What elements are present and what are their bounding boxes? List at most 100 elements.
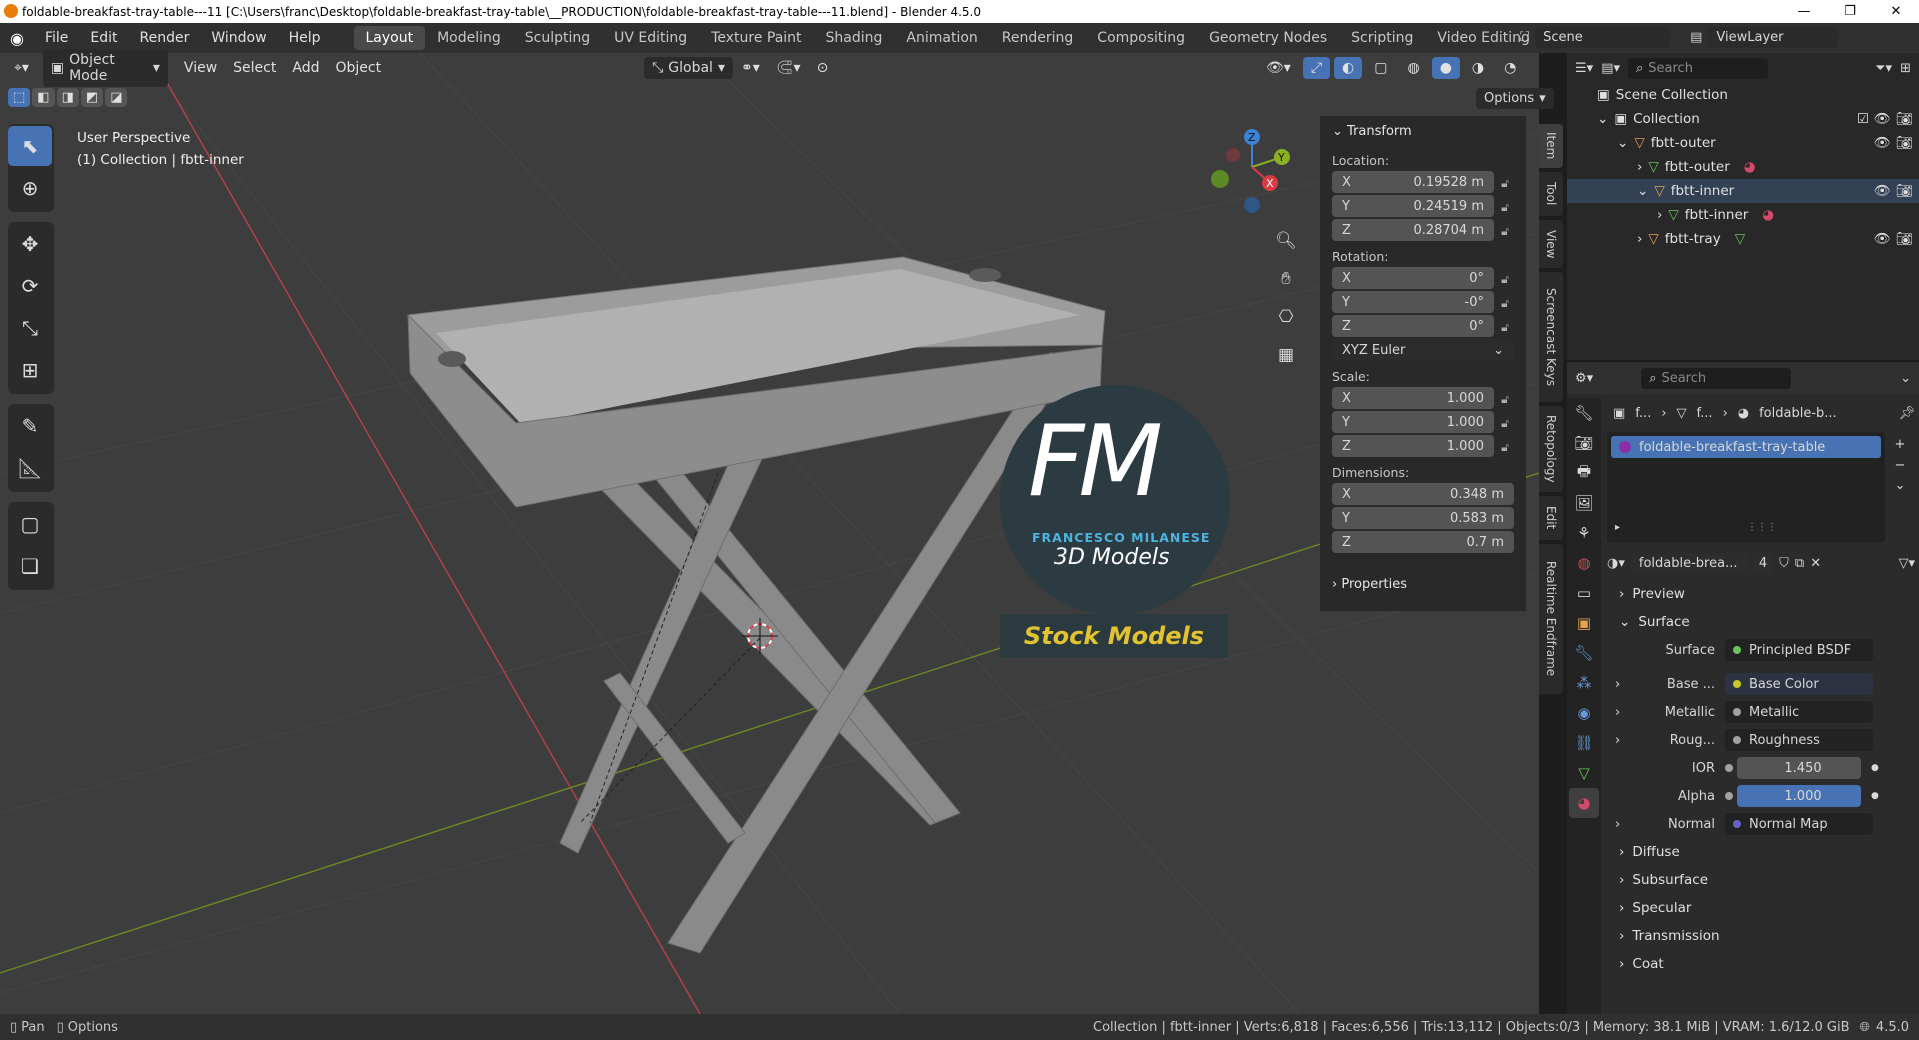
eye-icon[interactable]: 👁︎	[1874, 231, 1891, 247]
lock-icon[interactable]: 🔓︎	[1494, 440, 1516, 455]
outliner-row-scene-collection[interactable]: ▣ Scene Collection	[1567, 83, 1919, 107]
side-tab-retopology[interactable]: Retopology	[1539, 406, 1563, 492]
specular-section-header[interactable]: › Specular	[1607, 894, 1915, 922]
rotation-z-field[interactable]: Z 0°	[1332, 315, 1494, 337]
user-count[interactable]: 4	[1752, 552, 1774, 574]
ior-field[interactable]: 1.450	[1737, 757, 1861, 779]
scale-tool-icon[interactable]: ⤡	[8, 308, 52, 348]
resize-grip-icon[interactable]: ⋮⋮⋮	[1747, 522, 1777, 533]
properties-section-header[interactable]: › Properties	[1320, 569, 1526, 600]
move-tool-icon[interactable]: ✥	[8, 224, 52, 264]
select-subtract-icon[interactable]: ◨	[56, 88, 79, 107]
blender-menu-icon[interactable]: ◉	[0, 29, 34, 48]
chevron-right-icon[interactable]: ›	[1607, 677, 1627, 692]
dimension-z-field[interactable]: Z 0.7 m	[1332, 531, 1514, 553]
fake-user-icon[interactable]: ⛉	[1779, 556, 1789, 571]
lock-icon[interactable]: 🔓︎	[1494, 392, 1516, 407]
3d-viewport[interactable]: User Perspective (1) Collection | fbtt-i…	[0, 53, 1539, 1014]
outliner-row-fbtt-outer-mesh[interactable]: › ▽ fbtt-outer ◕	[1567, 155, 1919, 179]
transmission-section-header[interactable]: › Transmission	[1607, 922, 1915, 950]
material-browse-icon[interactable]: ◑▾	[1607, 556, 1625, 571]
dimension-y-field[interactable]: Y 0.583 m	[1332, 507, 1514, 529]
eye-icon[interactable]: 👁︎	[1874, 183, 1891, 199]
material-tab-icon[interactable]: ◕	[1569, 788, 1599, 818]
lock-icon[interactable]: 🔓︎	[1494, 272, 1516, 287]
scale-y-field[interactable]: Y 1.000	[1332, 411, 1494, 433]
tool-tab-icon[interactable]: 🔧︎	[1569, 398, 1599, 428]
outliner-row-fbtt-inner[interactable]: ⌄ ▽ fbtt-inner 👁︎ 📷︎	[1567, 179, 1919, 203]
link-mesh-icon[interactable]: ▽▾	[1898, 556, 1915, 571]
maximize-button[interactable]: ❐	[1827, 0, 1873, 23]
outliner-row-fbtt-outer[interactable]: ⌄ ▽ fbtt-outer 👁︎ 📷︎	[1567, 131, 1919, 155]
outliner-row-fbtt-tray[interactable]: › ▽ fbtt-tray ▽ 👁︎ 📷︎	[1567, 227, 1919, 251]
zoom-icon[interactable]: 🔍︎	[1271, 226, 1301, 256]
tab-uv-editing[interactable]: UV Editing	[602, 26, 699, 50]
scene-selector[interactable]: Scene	[1535, 27, 1671, 48]
chevron-right-icon[interactable]: ›	[1607, 705, 1627, 720]
keyframe-dot-icon[interactable]: ●	[1871, 791, 1879, 801]
menu-window[interactable]: Window	[200, 30, 277, 46]
eye-icon[interactable]: 👁︎	[1874, 135, 1891, 151]
location-x-field[interactable]: X 0.19528 m	[1332, 171, 1494, 193]
pin-icon[interactable]: 📌︎	[1898, 406, 1915, 421]
surface-section-header[interactable]: ⌄ Surface	[1607, 608, 1915, 636]
camera-icon[interactable]: 📷︎	[1896, 111, 1913, 127]
proportional-edit-icon[interactable]: ⊙	[809, 57, 837, 79]
measure-tool-icon[interactable]: 📐︎	[8, 448, 52, 488]
view-layer-tab-icon[interactable]: 🖼︎	[1569, 488, 1599, 518]
side-tab-realtime-endframe[interactable]: Realtime Endframe	[1539, 544, 1563, 694]
display-mode-icon[interactable]: ▤▾	[1601, 61, 1620, 76]
lock-icon[interactable]: 🔓︎	[1494, 416, 1516, 431]
transform-tool-icon[interactable]: ⊞	[8, 350, 52, 390]
constraints-tab-icon[interactable]: ⛓︎	[1569, 728, 1599, 758]
collection-tab-icon[interactable]: ▭	[1569, 578, 1599, 608]
tab-scripting[interactable]: Scripting	[1339, 26, 1425, 50]
overlay-toggle-icon[interactable]: ◐	[1334, 57, 1363, 79]
lock-icon[interactable]: 🔓︎	[1494, 176, 1516, 191]
material-slot-list[interactable]: foldable-breakfast-tray-table ▸ ⋮⋮⋮	[1607, 432, 1885, 542]
tab-compositing[interactable]: Compositing	[1085, 26, 1197, 50]
lock-icon[interactable]: 🔓︎	[1494, 320, 1516, 335]
menu-render[interactable]: Render	[129, 30, 201, 46]
menu-view[interactable]: View	[175, 57, 226, 79]
rotation-x-field[interactable]: X 0°	[1332, 267, 1494, 289]
side-tab-item[interactable]: Item	[1539, 124, 1563, 168]
camera-icon[interactable]: 📷︎	[1896, 183, 1913, 199]
chevron-right-icon[interactable]: ›	[1607, 733, 1627, 748]
eye-icon[interactable]: 👁︎	[1874, 111, 1891, 127]
add-slot-button[interactable]: +	[1888, 436, 1912, 453]
material-shading-icon[interactable]: ◑	[1464, 57, 1492, 79]
dimension-x-field[interactable]: X 0.348 m	[1332, 483, 1514, 505]
scale-x-field[interactable]: X 1.000	[1332, 387, 1494, 409]
visibility-icon[interactable]: 👁︎▾	[1258, 57, 1299, 79]
camera-icon[interactable]: 📷︎	[1896, 231, 1913, 247]
checkbox-icon[interactable]: ☑	[1857, 111, 1869, 127]
tab-shading[interactable]: Shading	[814, 26, 895, 50]
outliner-editor-icon[interactable]: ☰▾	[1575, 61, 1593, 76]
side-tab-view[interactable]: View	[1539, 220, 1563, 268]
new-collection-icon[interactable]: ⊞	[1900, 61, 1911, 76]
material-slot-item[interactable]: foldable-breakfast-tray-table	[1611, 436, 1881, 458]
coat-section-header[interactable]: › Coat	[1607, 950, 1915, 978]
expand-arrow-icon[interactable]: ▸	[1615, 522, 1620, 533]
render-tab-icon[interactable]: 📷︎	[1569, 428, 1599, 458]
tab-rendering[interactable]: Rendering	[990, 26, 1086, 50]
chevron-down-icon[interactable]: ⌄	[1895, 478, 1906, 493]
minimize-button[interactable]: —	[1781, 0, 1827, 23]
menu-add[interactable]: Add	[284, 57, 327, 79]
side-tab-edit[interactable]: Edit	[1539, 496, 1563, 540]
tab-animation[interactable]: Animation	[894, 26, 989, 50]
properties-editor-icon[interactable]: ⚙▾	[1575, 371, 1593, 386]
outliner-row-collection[interactable]: ⌄ ▣ Collection ☑ 👁︎ 📷︎	[1567, 107, 1919, 131]
select-invert-icon[interactable]: ◩	[80, 88, 104, 107]
select-new-icon[interactable]: ⬚	[8, 88, 31, 107]
viewlayer-selector[interactable]: ViewLayer	[1708, 27, 1839, 48]
alpha-field[interactable]: 1.000	[1737, 785, 1861, 807]
tab-texture-paint[interactable]: Texture Paint	[699, 26, 813, 50]
select-box-tool-icon[interactable]: ⬉	[8, 126, 52, 166]
remove-slot-button[interactable]: −	[1888, 457, 1912, 474]
base-color-field[interactable]: Base Color	[1725, 673, 1873, 695]
particles-tab-icon[interactable]: ⁂	[1569, 668, 1599, 698]
ortho-grid-icon[interactable]: ▦	[1271, 340, 1301, 370]
mode-selector[interactable]: ▣ Object Mode ▾	[42, 49, 168, 87]
